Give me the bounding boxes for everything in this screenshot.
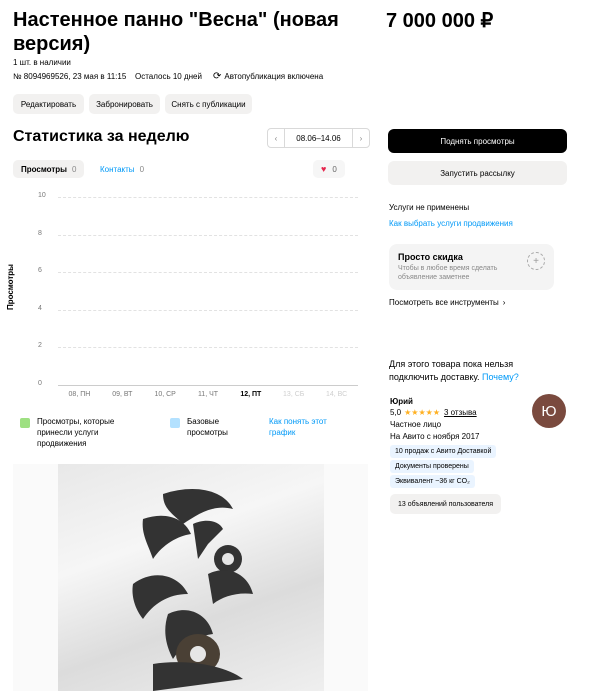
listing-price: 7 000 000 ₽ xyxy=(386,10,494,32)
tab-views[interactable]: Просмотры 0 xyxy=(13,160,85,178)
seller-rating: 5,0 ★★★★★ 3 отзыва xyxy=(390,408,477,417)
y-axis-label: Просмотры xyxy=(6,263,15,310)
discount-title: Просто скидка xyxy=(398,252,463,262)
avatar[interactable]: Ю xyxy=(532,394,566,428)
y-tick-label: 2 xyxy=(38,342,42,350)
chevron-right-icon[interactable]: › xyxy=(353,129,369,147)
x-tick-label: 08, ПН xyxy=(68,391,91,398)
favorites-counter[interactable]: ♥ 0 xyxy=(313,160,345,178)
legend-green-swatch xyxy=(20,418,30,428)
edit-button[interactable]: Редактировать xyxy=(13,94,84,114)
badge-co2: Эквивалент ~36 кг CO₂ xyxy=(390,475,475,488)
y-tick-label: 6 xyxy=(38,267,42,275)
badge-deliveries: 10 продаж с Авито Доставкой xyxy=(390,445,497,458)
gridline xyxy=(58,272,358,274)
reviews-link[interactable]: 3 отзыва xyxy=(444,408,477,417)
heart-icon: ♥ xyxy=(321,164,327,174)
days-left: Осталось 10 дней xyxy=(135,72,202,81)
gridline xyxy=(58,197,358,198)
no-services-text: Услуги не применены xyxy=(389,203,470,212)
x-tick-label: 13, СБ xyxy=(283,391,305,398)
refresh-icon: ⟳ xyxy=(213,71,222,82)
y-tick-label: 4 xyxy=(38,304,42,312)
chart-help-link[interactable]: Как понять этот график xyxy=(269,416,349,438)
panel-artwork-icon xyxy=(132,489,253,691)
all-tools-link[interactable]: Посмотреть все инструменты › xyxy=(389,298,505,307)
date-range-selector: ‹ 08.06–14.06 › xyxy=(267,128,370,148)
product-photo[interactable] xyxy=(13,464,368,691)
stats-title: Статистика за неделю xyxy=(13,128,190,145)
discount-desc: Чтобы в любое время сделать объявление з… xyxy=(398,265,498,281)
legend-blue-swatch xyxy=(170,418,180,428)
raise-views-button[interactable]: Поднять просмотры xyxy=(388,129,567,153)
listing-id-date: № 8094969526, 23 мая в 11:15 xyxy=(13,72,127,81)
discount-card[interactable]: Просто скидка Чтобы в любое время сделат… xyxy=(389,244,554,290)
badge-documents: Документы проверены xyxy=(390,460,474,473)
legend-paid: Просмотры, которые принесли услуги продв… xyxy=(37,417,115,448)
x-tick-label: 14, ВС xyxy=(325,391,348,398)
seller-type: Частное лицо xyxy=(390,420,442,429)
gridline xyxy=(58,309,358,311)
gridline xyxy=(58,234,358,236)
delivery-why-link[interactable]: Почему? xyxy=(482,372,519,382)
reserve-button[interactable]: Забронировать xyxy=(89,94,160,114)
mailing-button[interactable]: Запустить рассылку xyxy=(388,161,567,185)
x-tick-label: 12, ПТ xyxy=(240,391,262,398)
tab-contacts[interactable]: Контакты 0 xyxy=(98,160,146,178)
chevron-right-icon: › xyxy=(502,298,506,307)
seller-listings-button[interactable]: 13 объявлений пользователя xyxy=(390,494,502,514)
seller-since: На Авито с ноября 2017 xyxy=(390,432,480,441)
y-tick-label: 0 xyxy=(38,380,42,387)
unpublish-button[interactable]: Снять с публикации xyxy=(165,94,252,114)
stock-info: 1 шт. в наличии xyxy=(13,58,71,67)
listing-title: Настенное панно "Весна" (новая версия) xyxy=(13,9,339,55)
y-tick-label: 10 xyxy=(38,192,46,199)
gridline xyxy=(58,347,358,349)
x-tick-label: 11, ЧТ xyxy=(197,391,219,398)
date-range: 08.06–14.06 xyxy=(284,129,353,147)
choose-services-link[interactable]: Как выбрать услуги продвижения xyxy=(389,219,513,228)
gridline xyxy=(58,385,358,386)
y-tick-label: 8 xyxy=(38,229,42,237)
seller-name[interactable]: Юрий xyxy=(390,397,413,406)
autopub-status: ⟳ Автопубликация включена xyxy=(213,71,324,82)
delivery-info: Для этого товара пока нельзя подключить … xyxy=(389,359,519,382)
legend-base: Базовые просмотры xyxy=(187,417,228,437)
star-rating-icon: ★★★★★ xyxy=(404,408,440,417)
chevron-left-icon[interactable]: ‹ xyxy=(268,129,284,147)
x-tick-label: 09, ВТ xyxy=(112,391,133,398)
add-icon[interactable]: + xyxy=(527,252,545,270)
x-tick-label: 10, СР xyxy=(154,391,176,398)
